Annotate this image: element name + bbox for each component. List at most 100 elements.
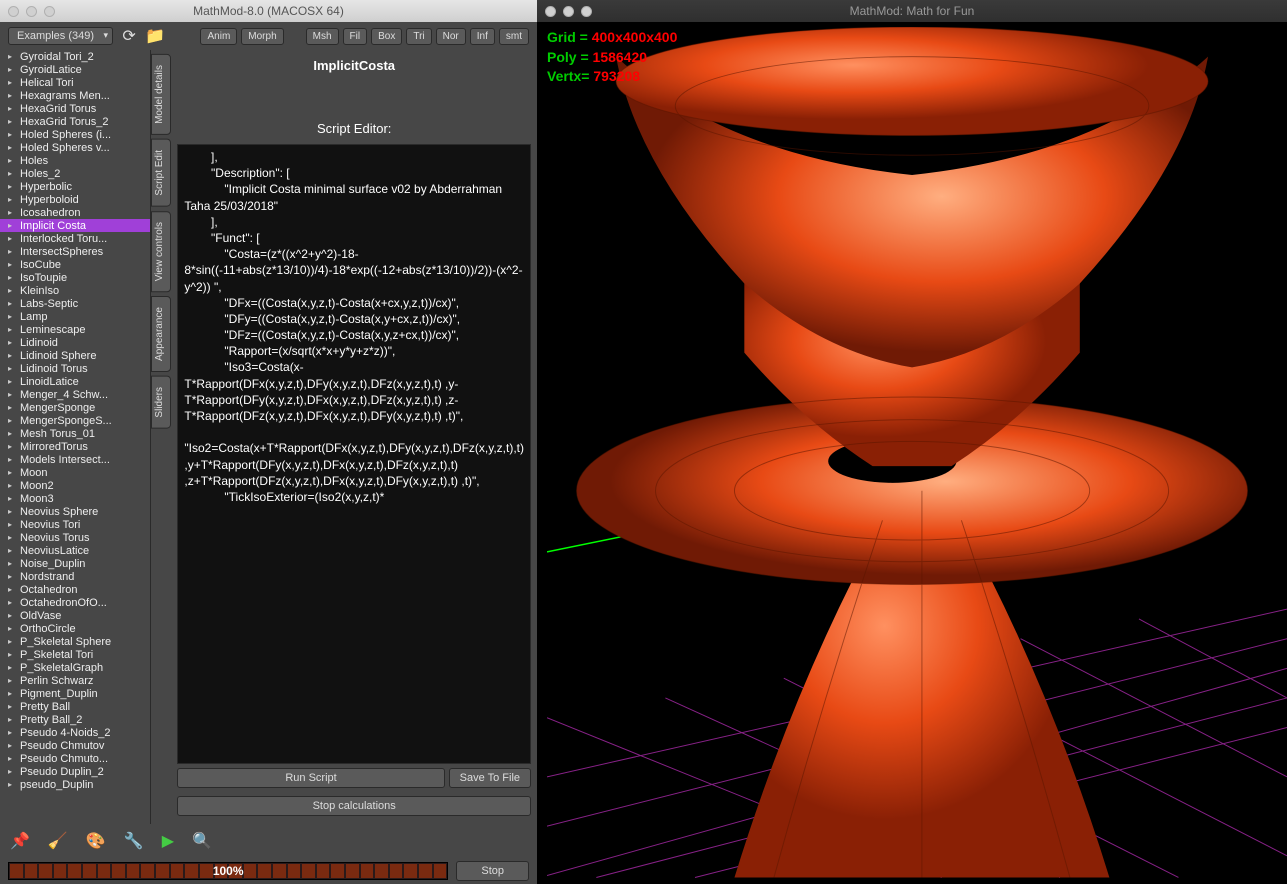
tree-item[interactable]: Holed Spheres (i... <box>0 128 150 141</box>
tree-item[interactable]: Pretty Ball <box>0 700 150 713</box>
palette-icon[interactable]: 🎨 <box>86 831 106 851</box>
minimize-icon[interactable] <box>563 6 574 17</box>
tree-item[interactable]: OrthoCircle <box>0 622 150 635</box>
broom-icon[interactable]: 🧹 <box>48 831 68 851</box>
tree-item[interactable]: Models Intersect... <box>0 453 150 466</box>
wrench-icon[interactable]: 🔧 <box>124 831 144 851</box>
tree-item[interactable]: IsoToupie <box>0 271 150 284</box>
tree-item[interactable]: Mesh Torus_01 <box>0 427 150 440</box>
tree-item[interactable]: Leminescape <box>0 323 150 336</box>
tree-item[interactable]: Interlocked Toru... <box>0 232 150 245</box>
tree-item[interactable]: Octahedron <box>0 583 150 596</box>
tree-item[interactable]: Hyperboloid <box>0 193 150 206</box>
toolbar-button[interactable]: Tri <box>406 28 431 45</box>
toolbar-button[interactable]: smt <box>499 28 529 45</box>
tree-item[interactable]: Icosahedron <box>0 206 150 219</box>
tree-item[interactable]: Lidinoid Sphere <box>0 349 150 362</box>
tree-item[interactable]: Neovius Tori <box>0 518 150 531</box>
main-area: Gyroidal Tori_2GyroidLaticeHelical ToriH… <box>0 50 537 824</box>
tree-item[interactable]: Moon2 <box>0 479 150 492</box>
tree-item[interactable]: MengerSponge <box>0 401 150 414</box>
zoom-icon[interactable] <box>581 6 592 17</box>
tree-item[interactable]: Moon <box>0 466 150 479</box>
tree-item[interactable]: HexaGrid Torus <box>0 102 150 115</box>
tree-item[interactable]: IntersectSpheres <box>0 245 150 258</box>
toolbar-button[interactable]: Anim <box>200 28 237 45</box>
toolbar-button[interactable]: Msh <box>306 28 339 45</box>
save-to-file-button[interactable]: Save To File <box>449 768 531 788</box>
render-stats: Grid = 400x400x400 Poly = 1586420 Vertx=… <box>547 28 677 87</box>
progress-bar: 100% <box>8 862 448 880</box>
render-window: MathMod: Math for Fun <box>537 0 1287 884</box>
tree-item[interactable]: Hexagrams Men... <box>0 89 150 102</box>
tree-item[interactable]: GyroidLatice <box>0 63 150 76</box>
tree-item[interactable]: Pseudo Chmuto... <box>0 752 150 765</box>
model-tree[interactable]: Gyroidal Tori_2GyroidLaticeHelical ToriH… <box>0 50 151 824</box>
play-icon[interactable]: ▶ <box>162 831 174 851</box>
toolbar-button[interactable]: Inf <box>470 28 495 45</box>
tree-item[interactable]: Nordstrand <box>0 570 150 583</box>
tree-item[interactable]: Implicit Costa <box>0 219 150 232</box>
tree-item[interactable]: Pseudo Duplin_2 <box>0 765 150 778</box>
tree-item[interactable]: Noise_Duplin <box>0 557 150 570</box>
tree-item[interactable]: Pseudo Chmutov <box>0 739 150 752</box>
tree-item[interactable]: KleinIso <box>0 284 150 297</box>
tree-item[interactable]: MengerSpongeS... <box>0 414 150 427</box>
tree-item[interactable]: Moon3 <box>0 492 150 505</box>
tree-item[interactable]: IsoCube <box>0 258 150 271</box>
tree-item[interactable]: Lidinoid <box>0 336 150 349</box>
toolbar-button[interactable]: Box <box>371 28 402 45</box>
minimize-icon[interactable] <box>26 6 37 17</box>
reload-icon[interactable]: ⟳ <box>119 26 139 46</box>
tree-item[interactable]: NeoviusLatice <box>0 544 150 557</box>
search-icon[interactable]: 🔍 <box>192 831 212 851</box>
tree-item[interactable]: Holed Spheres v... <box>0 141 150 154</box>
close-icon[interactable] <box>8 6 19 17</box>
tree-item[interactable]: Lamp <box>0 310 150 323</box>
tree-item[interactable]: pseudo_Duplin <box>0 778 150 791</box>
tree-item[interactable]: Hyperbolic <box>0 180 150 193</box>
tree-item[interactable]: MirroredTorus <box>0 440 150 453</box>
tree-item[interactable]: P_Skeletal Sphere <box>0 635 150 648</box>
model-name: ImplicitCosta <box>177 54 531 77</box>
run-script-button[interactable]: Run Script <box>177 768 444 788</box>
stop-button[interactable]: Stop <box>456 861 529 881</box>
vertical-tab[interactable]: Sliders <box>151 376 171 429</box>
tree-item[interactable]: Pretty Ball_2 <box>0 713 150 726</box>
vertical-tab[interactable]: Model details <box>151 54 171 135</box>
examples-combo[interactable]: Examples (349) <box>8 27 113 45</box>
tree-item[interactable]: Pseudo 4-Noids_2 <box>0 726 150 739</box>
tree-item[interactable]: Pigment_Duplin <box>0 687 150 700</box>
tree-item[interactable]: Lidinoid Torus <box>0 362 150 375</box>
tree-item[interactable]: Perlin Schwarz <box>0 674 150 687</box>
tree-item[interactable]: Menger_4 Schw... <box>0 388 150 401</box>
tree-item[interactable]: Neovius Torus <box>0 531 150 544</box>
zoom-icon[interactable] <box>44 6 55 17</box>
stop-calculations-button[interactable]: Stop calculations <box>177 796 531 816</box>
toolbar-button[interactable]: Nor <box>436 28 466 45</box>
tree-item[interactable]: Helical Tori <box>0 76 150 89</box>
folder-icon[interactable]: 📁 <box>145 26 165 46</box>
tree-item[interactable]: P_Skeletal Tori <box>0 648 150 661</box>
close-icon[interactable] <box>545 6 556 17</box>
tree-item[interactable]: HexaGrid Torus_2 <box>0 115 150 128</box>
toolbar-button[interactable]: Fil <box>343 28 368 45</box>
tree-item[interactable]: Labs-Septic <box>0 297 150 310</box>
script-editor[interactable]: ], "Description": [ "Implicit Costa mini… <box>177 144 531 764</box>
tree-item[interactable]: Gyroidal Tori_2 <box>0 50 150 63</box>
toolbar-button[interactable]: Morph <box>241 28 283 45</box>
vertical-tab[interactable]: Appearance <box>151 296 171 372</box>
3d-viewport[interactable]: Grid = 400x400x400 Poly = 1586420 Vertx=… <box>537 22 1287 884</box>
tree-item[interactable]: Neovius Sphere <box>0 505 150 518</box>
tree-item[interactable]: Holes_2 <box>0 167 150 180</box>
tree-item[interactable]: LinoidLatice <box>0 375 150 388</box>
tree-item[interactable]: P_SkeletalGraph <box>0 661 150 674</box>
rendered-surface <box>547 27 1287 878</box>
window-title-right: MathMod: Math for Fun <box>850 4 975 18</box>
vertical-tab[interactable]: View controls <box>151 211 171 292</box>
tree-item[interactable]: OctahedronOfO... <box>0 596 150 609</box>
tree-item[interactable]: OldVase <box>0 609 150 622</box>
pin-icon[interactable]: 📌 <box>10 831 30 851</box>
vertical-tab[interactable]: Script Edit <box>151 139 171 207</box>
tree-item[interactable]: Holes <box>0 154 150 167</box>
